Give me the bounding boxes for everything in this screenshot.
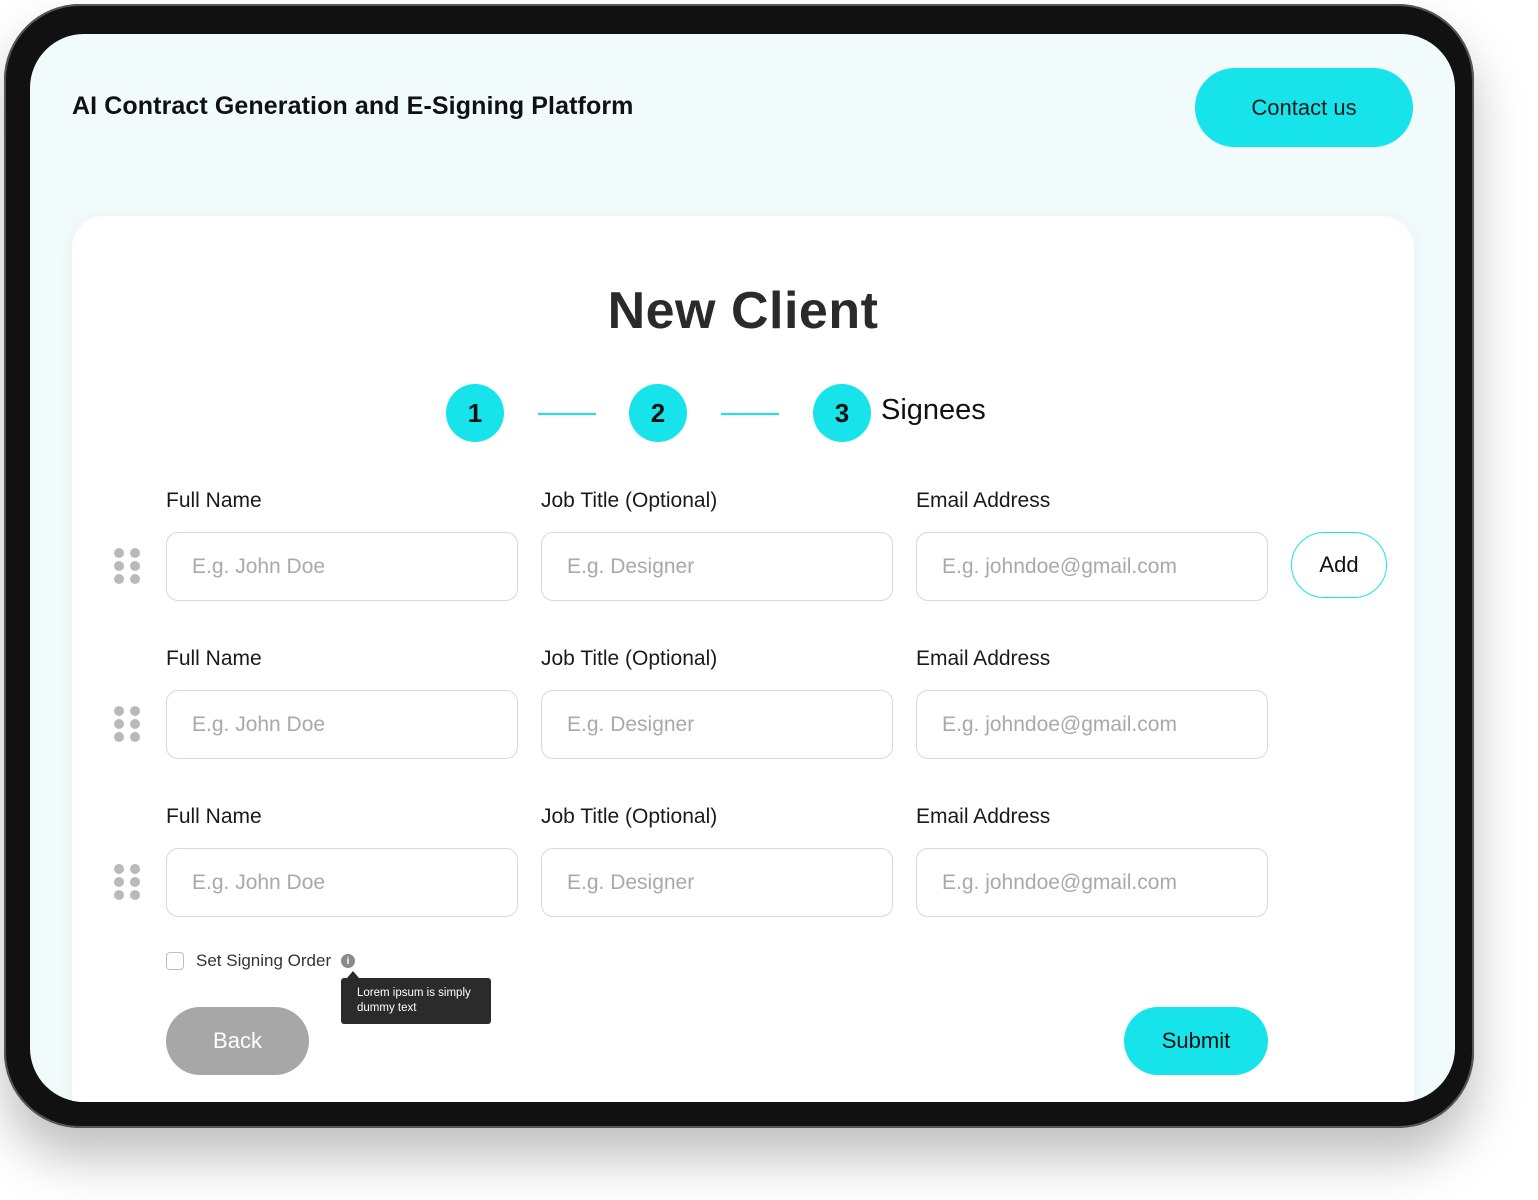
email-label: Email Address	[916, 805, 1051, 828]
full-name-label: Full Name	[166, 805, 262, 828]
full-name-label: Full Name	[166, 647, 262, 670]
full-name-label: Full Name	[166, 489, 262, 512]
email-input[interactable]	[916, 690, 1268, 759]
step-3-indicator: 3	[813, 384, 871, 442]
drag-handle-icon[interactable]	[114, 864, 140, 902]
job-title-label: Job Title (Optional)	[541, 805, 718, 828]
submit-button[interactable]: Submit	[1124, 1007, 1268, 1075]
tablet-frame: AI Contract Generation and E-Signing Pla…	[4, 4, 1474, 1128]
add-signee-button[interactable]: Add	[1291, 532, 1387, 598]
contact-us-button[interactable]: Contact us	[1195, 68, 1413, 147]
signing-order-label: Set Signing Order	[196, 951, 332, 970]
step-connector-1	[538, 413, 596, 415]
app-title: AI Contract Generation and E-Signing Pla…	[72, 92, 634, 120]
full-name-input[interactable]	[166, 532, 518, 601]
step-3-label: Signees	[881, 394, 986, 426]
full-name-input[interactable]	[166, 848, 518, 917]
step-connector-2	[721, 413, 779, 415]
email-input[interactable]	[916, 848, 1268, 917]
screen: AI Contract Generation and E-Signing Pla…	[30, 34, 1455, 1102]
back-button[interactable]: Back	[166, 1007, 309, 1075]
job-title-input[interactable]	[541, 690, 893, 759]
step-1-indicator: 1	[446, 384, 504, 442]
page-title: New Client	[607, 282, 879, 340]
job-title-input[interactable]	[541, 532, 893, 601]
step-2-indicator: 2	[629, 384, 687, 442]
tooltip: Lorem ipsum is simply dummy text	[341, 971, 491, 1024]
drag-handle-icon[interactable]	[114, 548, 140, 586]
drag-handle-icon[interactable]	[114, 706, 140, 744]
job-title-label: Job Title (Optional)	[541, 489, 718, 512]
signing-order-checkbox[interactable]	[166, 952, 184, 970]
info-icon[interactable]: i	[341, 954, 355, 968]
job-title-input[interactable]	[541, 848, 893, 917]
job-title-label: Job Title (Optional)	[541, 647, 718, 670]
email-label: Email Address	[916, 647, 1051, 670]
full-name-input[interactable]	[166, 690, 518, 759]
email-label: Email Address	[916, 489, 1051, 512]
email-input[interactable]	[916, 532, 1268, 601]
new-client-card: New Client 1 2 3 Signees Full Name Job T…	[72, 216, 1414, 1102]
